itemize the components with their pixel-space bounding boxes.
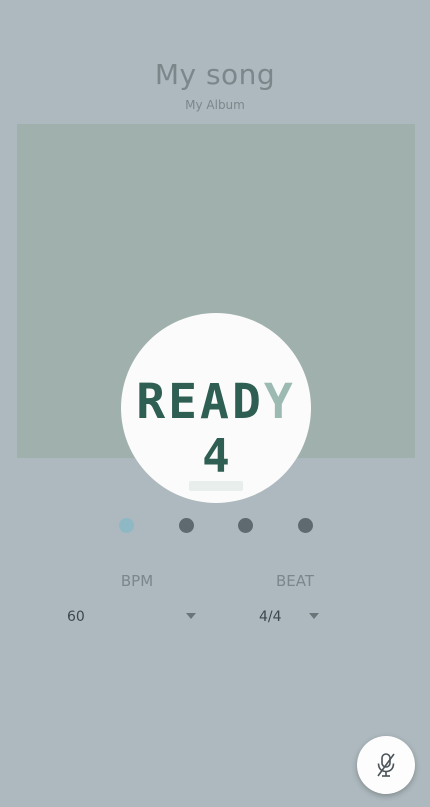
ready-label-fade: Y <box>263 374 296 430</box>
countdown-number: 4 <box>202 429 230 483</box>
beat-dot <box>298 518 313 533</box>
beat-dropdown[interactable]: 4/4 <box>259 606 323 628</box>
beat-dot <box>179 518 194 533</box>
chevron-down-icon <box>309 613 319 619</box>
bpm-value: 60 <box>67 609 85 625</box>
beat-dot <box>119 518 134 533</box>
ready-label: READY <box>121 378 311 426</box>
album-title: My Album <box>185 98 245 112</box>
beat-label: BEAT <box>275 572 315 590</box>
chevron-down-icon <box>186 613 196 619</box>
beat-indicator <box>0 518 430 534</box>
ghost-strip <box>189 481 243 491</box>
metronome-screen: My song My Album READY 4 BPM BEAT 60 4/4 <box>0 0 430 807</box>
mic-toggle-button[interactable] <box>357 736 415 794</box>
bpm-dropdown[interactable]: 60 <box>67 606 199 628</box>
mic-off-icon <box>377 753 395 777</box>
ready-label-main: READ <box>136 374 264 430</box>
song-title: My song <box>154 58 276 91</box>
bpm-label: BPM <box>120 572 154 590</box>
beat-value: 4/4 <box>259 609 282 625</box>
ready-overlay: READY 4 <box>121 313 311 503</box>
beat-dot <box>238 518 253 533</box>
